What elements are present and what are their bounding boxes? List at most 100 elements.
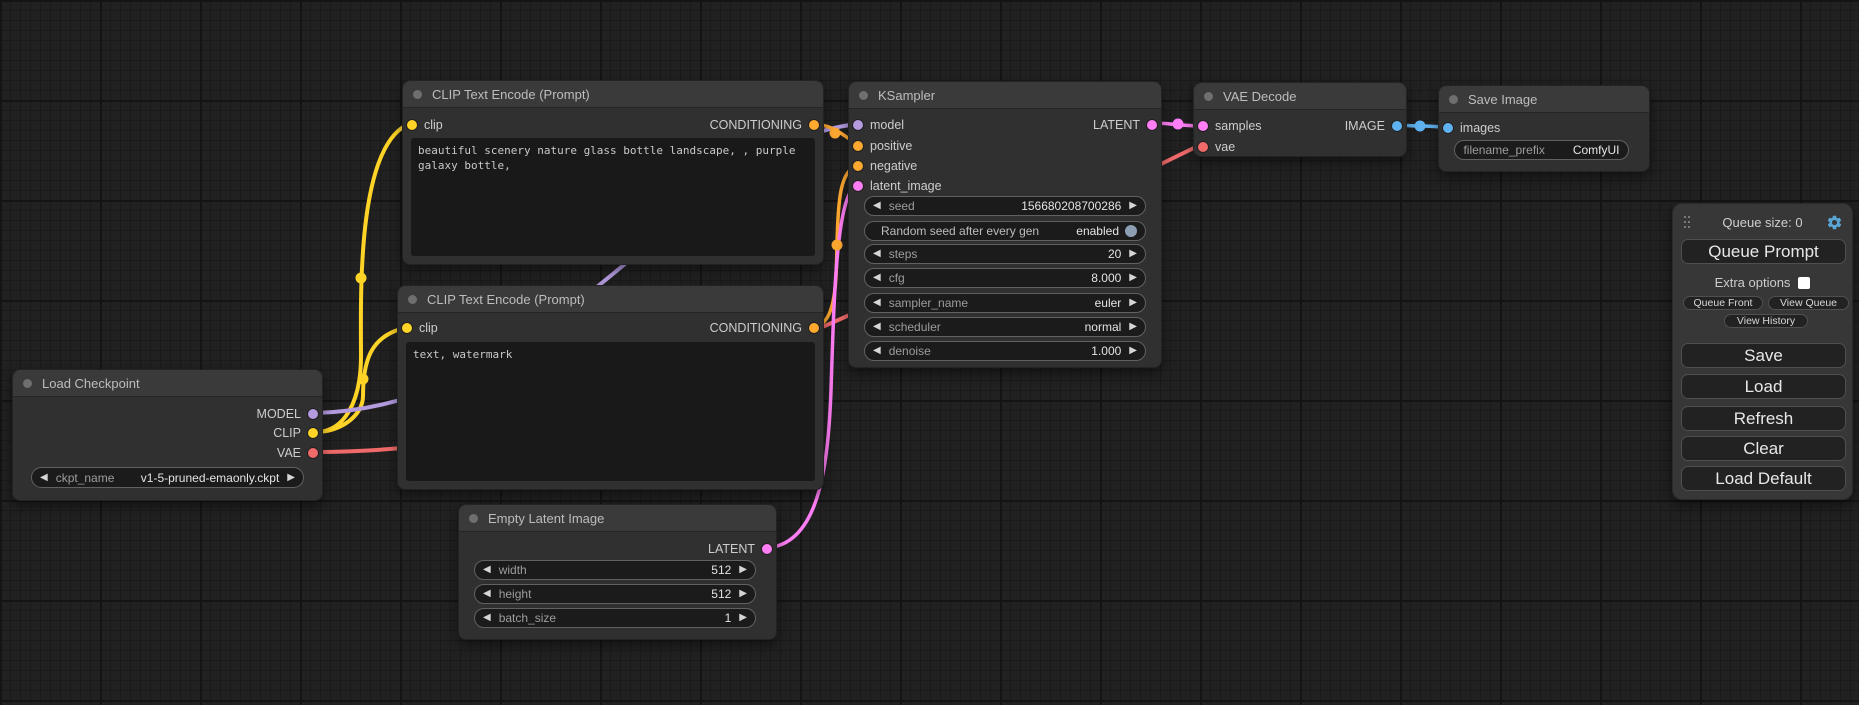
arrow-right-icon[interactable]: ▶ (739, 565, 747, 575)
node-title-bar[interactable]: Empty Latent Image (459, 505, 776, 532)
drag-handle-icon[interactable] (1684, 216, 1692, 231)
clear-button[interactable]: Clear (1681, 436, 1846, 461)
arrow-right-icon[interactable]: ▶ (1129, 346, 1137, 356)
node-title-bar[interactable]: CLIP Text Encode (Prompt) (403, 81, 823, 108)
positive-prompt-textarea[interactable]: beautiful scenery nature glass bottle la… (411, 138, 815, 256)
arrow-left-icon[interactable]: ◀ (873, 201, 881, 211)
scheduler-widget[interactable]: ◀ scheduler normal ▶ (864, 317, 1146, 337)
link-dot[interactable] (356, 273, 367, 284)
arrow-right-icon[interactable]: ▶ (1129, 322, 1137, 332)
node-title-bar[interactable]: VAE Decode (1194, 83, 1406, 110)
link-dot[interactable] (832, 240, 843, 251)
arrow-left-icon[interactable]: ◀ (483, 613, 491, 623)
load-button[interactable]: Load (1681, 374, 1846, 399)
node-ksampler[interactable]: KSampler model positive negative latent_… (848, 81, 1162, 368)
arrow-right-icon[interactable]: ▶ (1129, 298, 1137, 308)
model-input-dot[interactable] (853, 120, 863, 130)
arrow-left-icon[interactable]: ◀ (40, 473, 48, 483)
arrow-left-icon[interactable]: ◀ (873, 298, 881, 308)
arrow-right-icon[interactable]: ▶ (739, 613, 747, 623)
widget-value: 512 (711, 563, 731, 577)
collapse-dot-icon[interactable] (469, 514, 478, 523)
output-conditioning: CONDITIONING (710, 118, 819, 132)
conditioning-output-dot[interactable] (809, 323, 819, 333)
latent-output-dot[interactable] (1147, 120, 1157, 130)
conditioning-output-dot[interactable] (809, 120, 819, 130)
input-images: images (1443, 121, 1500, 135)
input-clip: clip (402, 321, 438, 335)
samples-input-dot[interactable] (1198, 121, 1208, 131)
node-empty-latent-image[interactable]: Empty Latent Image LATENT ◀ width 512 ▶ … (458, 504, 777, 640)
refresh-button[interactable]: Refresh (1681, 406, 1846, 431)
collapse-dot-icon[interactable] (1204, 92, 1213, 101)
cfg-widget[interactable]: ◀ cfg 8.000 ▶ (864, 268, 1146, 288)
collapse-dot-icon[interactable] (413, 90, 422, 99)
arrow-right-icon[interactable]: ▶ (739, 589, 747, 599)
arrow-left-icon[interactable]: ◀ (483, 589, 491, 599)
toggle-indicator-icon[interactable] (1125, 225, 1137, 237)
vae-output-dot[interactable] (308, 448, 318, 458)
image-output-dot[interactable] (1392, 121, 1402, 131)
node-load-checkpoint[interactable]: Load Checkpoint MODEL CLIP VAE ◀ ckpt_na… (12, 369, 323, 501)
gear-icon[interactable] (1826, 214, 1843, 231)
negative-prompt-textarea[interactable]: text, watermark (406, 342, 815, 481)
arrow-left-icon[interactable]: ◀ (483, 565, 491, 575)
seed-widget[interactable]: ◀ seed 156680208700286 ▶ (864, 196, 1146, 216)
node-clip-text-encode-negative[interactable]: CLIP Text Encode (Prompt) clip CONDITION… (397, 285, 824, 490)
arrow-right-icon[interactable]: ▶ (287, 473, 295, 483)
latent-output-dot[interactable] (762, 544, 772, 554)
output-vae: VAE (277, 446, 318, 460)
link-dot[interactable] (1173, 119, 1184, 130)
collapse-dot-icon[interactable] (859, 91, 868, 100)
extra-options-checkbox[interactable] (1798, 277, 1810, 289)
node-title-bar[interactable]: CLIP Text Encode (Prompt) (398, 286, 823, 313)
arrow-right-icon[interactable]: ▶ (1129, 201, 1137, 211)
collapse-dot-icon[interactable] (1449, 95, 1458, 104)
queue-front-button[interactable]: Queue Front (1683, 296, 1763, 310)
arrow-left-icon[interactable]: ◀ (873, 322, 881, 332)
arrow-right-icon[interactable]: ▶ (1129, 273, 1137, 283)
clip-input-dot[interactable] (407, 120, 417, 130)
model-output-dot[interactable] (308, 409, 318, 419)
view-history-button[interactable]: View History (1724, 314, 1808, 328)
node-vae-decode[interactable]: VAE Decode samples vae IMAGE (1193, 82, 1407, 157)
random-seed-toggle-widget[interactable]: Random seed after every gen enabled (864, 221, 1146, 241)
node-title-bar[interactable]: Save Image (1439, 86, 1649, 113)
batch-size-widget[interactable]: ◀ batch_size 1 ▶ (474, 608, 756, 628)
view-queue-button[interactable]: View Queue (1768, 296, 1849, 310)
queue-prompt-button[interactable]: Queue Prompt (1681, 239, 1846, 264)
arrow-right-icon[interactable]: ▶ (1129, 249, 1137, 259)
ckpt-name-widget[interactable]: ◀ ckpt_name v1-5-pruned-emaonly.ckpt ▶ (31, 467, 304, 488)
save-button[interactable]: Save (1681, 343, 1846, 368)
height-widget[interactable]: ◀ height 512 ▶ (474, 584, 756, 604)
clip-input-dot[interactable] (402, 323, 412, 333)
load-default-button[interactable]: Load Default (1681, 466, 1846, 491)
images-input-dot[interactable] (1443, 123, 1453, 133)
link-dot[interactable] (1415, 121, 1426, 132)
widget-value: euler (1095, 296, 1122, 310)
collapse-dot-icon[interactable] (408, 295, 417, 304)
steps-widget[interactable]: ◀ steps 20 ▶ (864, 244, 1146, 264)
node-save-image[interactable]: Save Image images filename_prefix ComfyU… (1438, 85, 1650, 172)
node-title-bar[interactable]: Load Checkpoint (13, 370, 322, 397)
link-dot[interactable] (358, 374, 369, 385)
node-clip-text-encode-positive[interactable]: CLIP Text Encode (Prompt) clip CONDITION… (402, 80, 824, 265)
arrow-left-icon[interactable]: ◀ (873, 346, 881, 356)
negative-input-dot[interactable] (853, 161, 863, 171)
collapse-dot-icon[interactable] (23, 379, 32, 388)
node-title: CLIP Text Encode (Prompt) (427, 292, 585, 307)
sampler-name-widget[interactable]: ◀ sampler_name euler ▶ (864, 293, 1146, 313)
output-label: VAE (277, 446, 301, 460)
arrow-left-icon[interactable]: ◀ (873, 273, 881, 283)
node-title-bar[interactable]: KSampler (849, 82, 1161, 109)
width-widget[interactable]: ◀ width 512 ▶ (474, 560, 756, 580)
vae-input-dot[interactable] (1198, 142, 1208, 152)
denoise-widget[interactable]: ◀ denoise 1.000 ▶ (864, 341, 1146, 361)
latent-image-input-dot[interactable] (853, 181, 863, 191)
filename-prefix-widget[interactable]: filename_prefix ComfyUI (1454, 140, 1629, 160)
arrow-left-icon[interactable]: ◀ (873, 249, 881, 259)
clip-output-dot[interactable] (308, 428, 318, 438)
input-label: images (1460, 121, 1500, 135)
link-dot[interactable] (830, 128, 841, 139)
positive-input-dot[interactable] (853, 141, 863, 151)
